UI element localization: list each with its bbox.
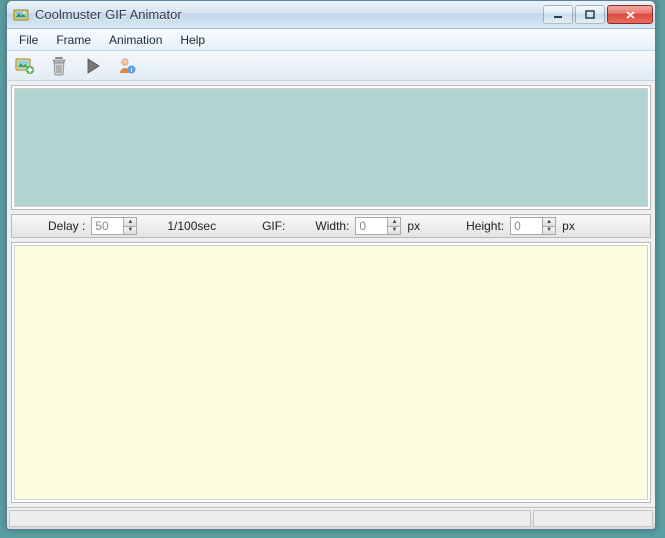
window-controls [543,5,653,24]
about-button[interactable]: i [115,54,139,78]
width-spinner: ▲ ▼ [387,217,401,235]
add-image-icon [15,56,35,76]
width-label: Width: [315,219,349,233]
app-icon [13,7,29,23]
delay-field: ▲ ▼ [91,217,137,235]
height-up-button[interactable]: ▲ [542,217,556,226]
window-title: Coolmuster GIF Animator [35,7,543,22]
add-image-button[interactable] [13,54,37,78]
minimize-icon [553,10,563,20]
play-icon [84,57,102,75]
delay-down-button[interactable]: ▼ [123,226,137,236]
status-aux [533,510,653,527]
minimize-button[interactable] [543,5,573,24]
person-icon: i [117,56,137,76]
delay-label: Delay : [48,219,85,233]
body-area: Delay : ▲ ▼ 1/100sec GIF: Width: ▲ ▼ [7,81,655,507]
maximize-icon [585,10,595,20]
width-down-button[interactable]: ▼ [387,226,401,236]
titlebar[interactable]: Coolmuster GIF Animator [7,1,655,29]
height-unit-label: px [562,219,575,233]
status-main [9,510,531,527]
play-button[interactable] [81,54,105,78]
frames-panel[interactable] [11,85,651,210]
height-spinner: ▲ ▼ [542,217,556,235]
menubar: File Frame Animation Help [7,29,655,51]
app-window: Coolmuster GIF Animator File Frame Anima… [6,0,656,530]
gif-label: GIF: [262,219,285,233]
width-unit-label: px [407,219,420,233]
delete-button[interactable] [47,54,71,78]
menu-animation[interactable]: Animation [101,31,170,49]
height-field: ▲ ▼ [510,217,556,235]
close-icon [625,10,636,20]
delay-spinner: ▲ ▼ [123,217,137,235]
preview-panel[interactable] [11,242,651,503]
delay-unit-label: 1/100sec [167,219,216,233]
height-input[interactable] [510,217,542,235]
maximize-button[interactable] [575,5,605,24]
toolbar: i [7,51,655,81]
height-down-button[interactable]: ▼ [542,226,556,236]
preview-panel-inner [14,245,648,500]
height-label: Height: [466,219,504,233]
frames-panel-inner [14,88,648,207]
menu-frame[interactable]: Frame [48,31,99,49]
width-input[interactable] [355,217,387,235]
params-bar: Delay : ▲ ▼ 1/100sec GIF: Width: ▲ ▼ [11,214,651,238]
delay-up-button[interactable]: ▲ [123,217,137,226]
delay-input[interactable] [91,217,123,235]
menu-file[interactable]: File [11,31,46,49]
close-button[interactable] [607,5,653,24]
statusbar [7,507,655,529]
trash-icon [50,56,68,76]
width-up-button[interactable]: ▲ [387,217,401,226]
menu-help[interactable]: Help [172,31,213,49]
width-field: ▲ ▼ [355,217,401,235]
